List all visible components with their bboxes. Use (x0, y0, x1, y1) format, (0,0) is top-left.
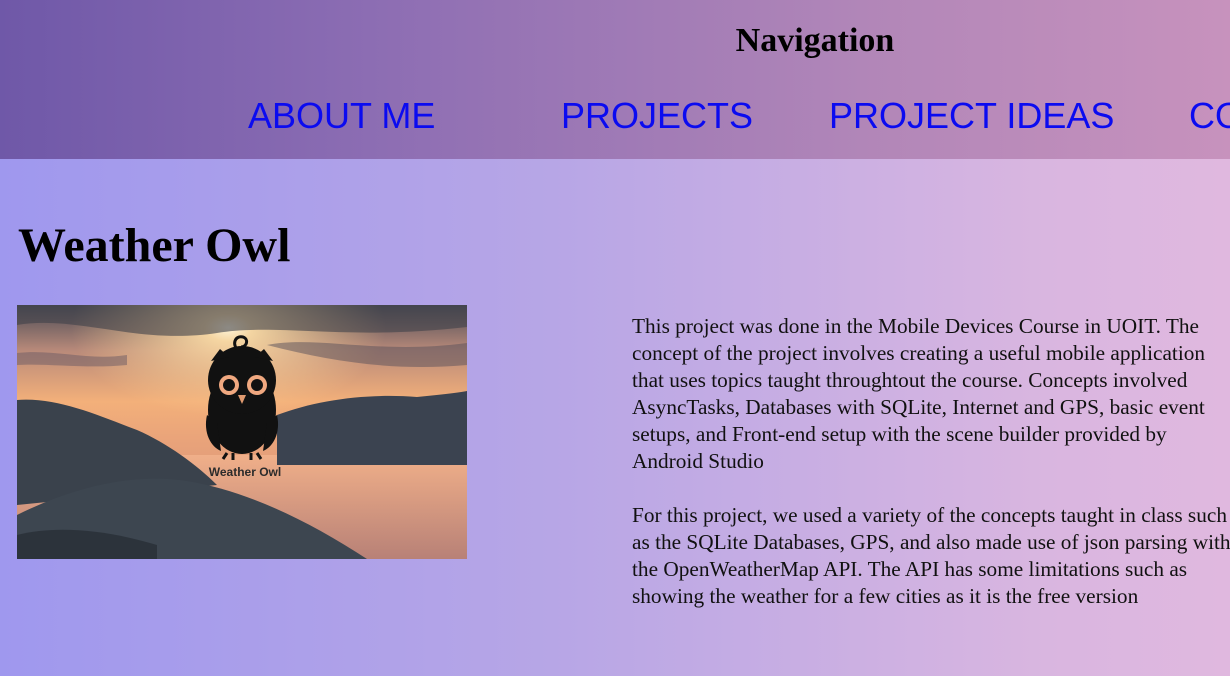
project-description: This project was done in the Mobile Devi… (632, 313, 1230, 637)
navigation-bar: Navigation ABOUT ME PROJECTS PROJECT IDE… (0, 0, 1230, 159)
description-paragraph-2: For this project, we used a variety of t… (632, 503, 1230, 608)
nav-link-about-me[interactable]: ABOUT ME (248, 95, 435, 137)
project-image: Weather Owl (17, 305, 467, 559)
nav-link-project-ideas[interactable]: PROJECT IDEAS (829, 95, 1114, 137)
owl-logo-icon (205, 335, 279, 460)
nav-link-projects[interactable]: PROJECTS (561, 95, 753, 137)
navigation-title: Navigation (735, 22, 895, 59)
description-paragraph-1: This project was done in the Mobile Devi… (632, 314, 1206, 473)
project-title: Weather Owl (18, 219, 291, 272)
weather-owl-picture: Weather Owl (17, 305, 467, 559)
owl-logo-text: Weather Owl (209, 465, 281, 479)
nav-link-contact[interactable]: CO (1189, 95, 1230, 137)
